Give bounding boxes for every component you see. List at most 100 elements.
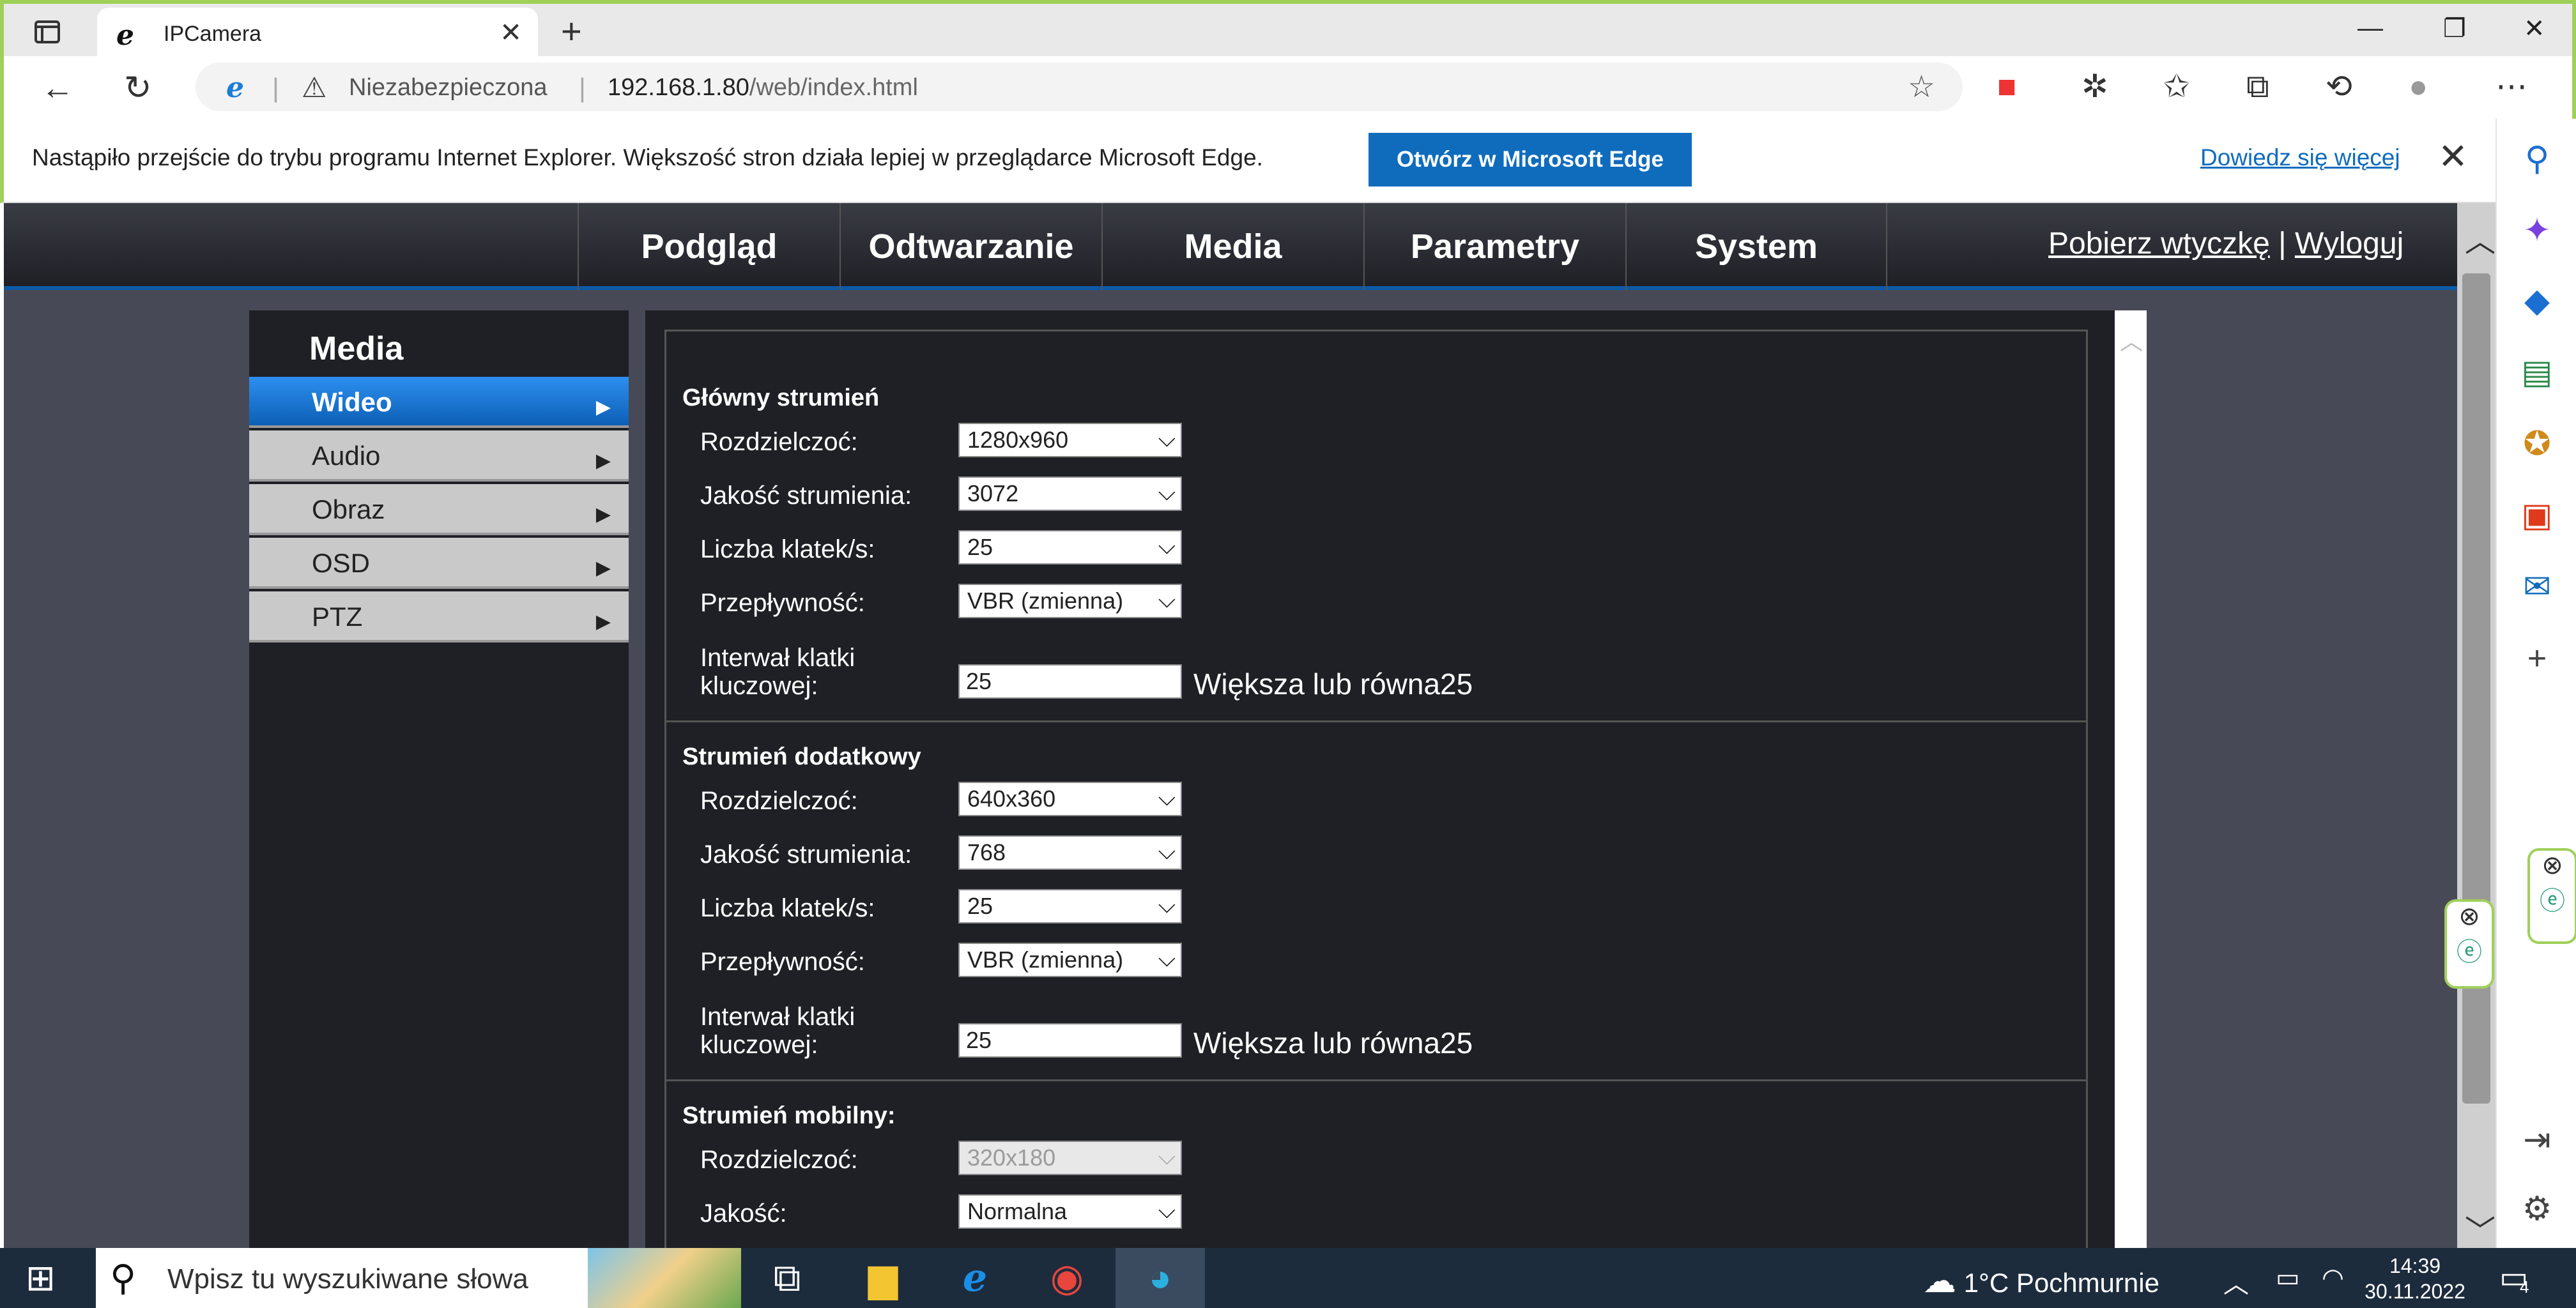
weather-widget[interactable]: ☁ 1°C Pochmurnie: [1923, 1262, 2159, 1300]
restore-icon[interactable]: ❐: [2443, 14, 2466, 43]
shopping-icon[interactable]: ◆: [2516, 280, 2558, 322]
left-menu-osd[interactable]: OSD ▶: [249, 538, 629, 589]
main-quality-select[interactable]: 3072 ⌵: [958, 476, 1182, 511]
edge-icon[interactable]: ◕: [1116, 1248, 1205, 1308]
browser-tab[interactable]: e IPCamera ✕: [97, 8, 538, 60]
copilot-icon[interactable]: ✦: [2516, 209, 2558, 252]
left-menu-ptz[interactable]: PTZ ▶: [249, 591, 629, 643]
new-tab-icon[interactable]: +: [561, 10, 582, 52]
mobile-stream-title: Strumień mobilny:: [682, 1102, 896, 1129]
open-in-edge-button[interactable]: Otwórz w Microsoft Edge: [1368, 133, 1692, 186]
close-infobar-icon[interactable]: ✕: [2438, 135, 2468, 178]
chevron-down-icon: ⌵: [1158, 479, 1176, 505]
close-tab-icon[interactable]: ✕: [500, 17, 522, 48]
menu-system[interactable]: System: [1625, 203, 1887, 290]
section-divider: [664, 720, 2088, 722]
select-value: 25: [967, 534, 993, 560]
file-explorer-icon[interactable]: ▆: [838, 1248, 928, 1308]
taskbar-search-placeholder: Wpisz tu wyszukiwane słowa: [167, 1263, 528, 1295]
outlook-icon[interactable]: ✉: [2516, 566, 2558, 608]
add-favorite-icon[interactable]: ☆: [1908, 69, 1935, 105]
settings-gear-icon[interactable]: ⚙: [2516, 1188, 2558, 1230]
chevron-down-icon: ⌵: [1158, 586, 1176, 612]
page-scrollbar[interactable]: ︿ ﹀: [2457, 203, 2496, 1251]
logout-link[interactable]: Wyloguj: [2295, 227, 2404, 261]
menu-media[interactable]: Media: [1101, 203, 1363, 290]
menu-playback[interactable]: Odtwarzanie: [839, 203, 1101, 290]
taskbar-search[interactable]: ⚲ Wpisz tu wyszukiwane słowa: [96, 1248, 741, 1308]
left-menu-audio[interactable]: Audio ▶: [249, 430, 629, 482]
mobile-resolution-label: Rozdzielczoć:: [700, 1146, 858, 1174]
chevron-down-icon: ⌵: [1158, 784, 1176, 810]
ie-icon[interactable]: ⓔ: [2530, 880, 2575, 917]
device-icon[interactable]: ▭: [2276, 1263, 2300, 1293]
sub-bitrate-select[interactable]: VBR (zmienna) ⌵: [958, 943, 1182, 977]
warning-icon[interactable]: ⚠: [302, 72, 326, 104]
search-icon: ⚲: [110, 1258, 137, 1298]
ie-icon[interactable]: ⓔ: [2447, 931, 2492, 968]
mobile-resolution-select: 320x180 ⌵: [958, 1141, 1182, 1175]
back-icon[interactable]: ←: [41, 69, 74, 107]
scroll-up-icon[interactable]: ︿: [2120, 323, 2143, 356]
security-label[interactable]: Niezabezpieczona: [349, 74, 548, 102]
chevron-down-icon: ⌵: [1158, 533, 1176, 559]
learn-more-link[interactable]: Dowiedz się więcej: [2200, 144, 2400, 171]
network-icon[interactable]: ◠: [2322, 1263, 2344, 1293]
profile-avatar-icon[interactable]: ●: [2409, 68, 2428, 105]
menu-preview[interactable]: Podgląd: [578, 203, 839, 290]
main-fps-select[interactable]: 25 ⌵: [958, 530, 1182, 565]
task-view-icon[interactable]: ⧉: [742, 1248, 832, 1308]
left-menu-label: Wideo: [312, 387, 392, 417]
left-menu-video[interactable]: Wideo ▶: [249, 377, 629, 428]
select-value: 3072: [967, 480, 1019, 506]
cloud-icon: ☁: [1923, 1263, 1956, 1300]
sub-quality-select[interactable]: 768 ⌵: [958, 835, 1182, 870]
internet-explorer-icon[interactable]: e: [930, 1248, 1020, 1308]
favorites-icon[interactable]: ✩: [2163, 68, 2190, 105]
menu-parameters[interactable]: Parametry: [1363, 203, 1625, 290]
extensions-icon[interactable]: ✲: [2082, 68, 2108, 105]
close-icon[interactable]: ⊗: [2447, 902, 2492, 931]
scroll-down-icon[interactable]: ﹀: [2465, 1206, 2496, 1251]
split-screen-icon[interactable]: ⇥: [2516, 1119, 2558, 1161]
main-resolution-select[interactable]: 1280x960 ⌵: [958, 423, 1182, 457]
panel-scrollbar[interactable]: ︿: [2115, 310, 2147, 1248]
close-window-icon[interactable]: ✕: [2524, 14, 2545, 43]
browser-essentials-icon[interactable]: ⟲: [2326, 68, 2352, 105]
minimize-icon[interactable]: —: [2358, 14, 2383, 43]
left-menu-title: Media: [309, 330, 404, 367]
ie-mode-popup-sidebar[interactable]: ⊗ ⓔ: [2527, 848, 2576, 944]
ie-mode-popup[interactable]: ⊗ ⓔ: [2444, 899, 2494, 989]
add-sidebar-app-icon[interactable]: +: [2516, 637, 2558, 680]
sub-resolution-select[interactable]: 640x360 ⌵: [958, 782, 1182, 816]
scroll-up-icon[interactable]: ︿: [2465, 216, 2496, 261]
show-hidden-icons-chevron-icon[interactable]: ︿: [2223, 1263, 2249, 1300]
tools-icon[interactable]: ▤: [2516, 351, 2558, 393]
taskbar-clock[interactable]: 14:39 30.11.2022: [2364, 1253, 2466, 1304]
more-options-icon[interactable]: ⋯: [2496, 68, 2527, 105]
main-bitrate-select[interactable]: VBR (zmienna) ⌵: [958, 584, 1182, 618]
link-separator: |: [2278, 227, 2287, 261]
left-menu-image[interactable]: Obraz ▶: [249, 484, 629, 535]
ie-mode-icon[interactable]: e: [226, 72, 244, 104]
extension-icon[interactable]: ■: [1997, 68, 2016, 105]
refresh-icon[interactable]: ↻: [124, 69, 152, 107]
office-icon[interactable]: ▣: [2516, 494, 2558, 536]
chrome-icon[interactable]: ◉: [1022, 1248, 1112, 1308]
search-icon[interactable]: ⚲: [2516, 138, 2558, 180]
select-value: 320x180: [967, 1144, 1056, 1171]
tab-actions-icon[interactable]: [32, 17, 63, 47]
windows-start-icon[interactable]: ⊞: [26, 1257, 56, 1299]
download-plugin-link[interactable]: Pobierz wtyczkę: [2048, 227, 2270, 261]
url-text[interactable]: 192.168.1.80/web/index.html: [608, 74, 918, 102]
close-icon[interactable]: ⊗: [2530, 851, 2575, 880]
main-keyframe-input[interactable]: 25: [958, 664, 1182, 699]
collections-icon[interactable]: ⧉: [2246, 68, 2269, 105]
select-value: 1280x960: [967, 427, 1069, 453]
address-bar[interactable]: e | ⚠ Niezabezpieczona | 192.168.1.80/we…: [195, 63, 1963, 111]
chevron-down-icon: ⌵: [1158, 1143, 1176, 1169]
sub-keyframe-input[interactable]: 25: [958, 1023, 1182, 1058]
sub-fps-select[interactable]: 25 ⌵: [958, 889, 1182, 924]
mobile-quality-select[interactable]: Normalna ⌵: [958, 1194, 1182, 1229]
games-icon[interactable]: ✪: [2516, 423, 2558, 465]
